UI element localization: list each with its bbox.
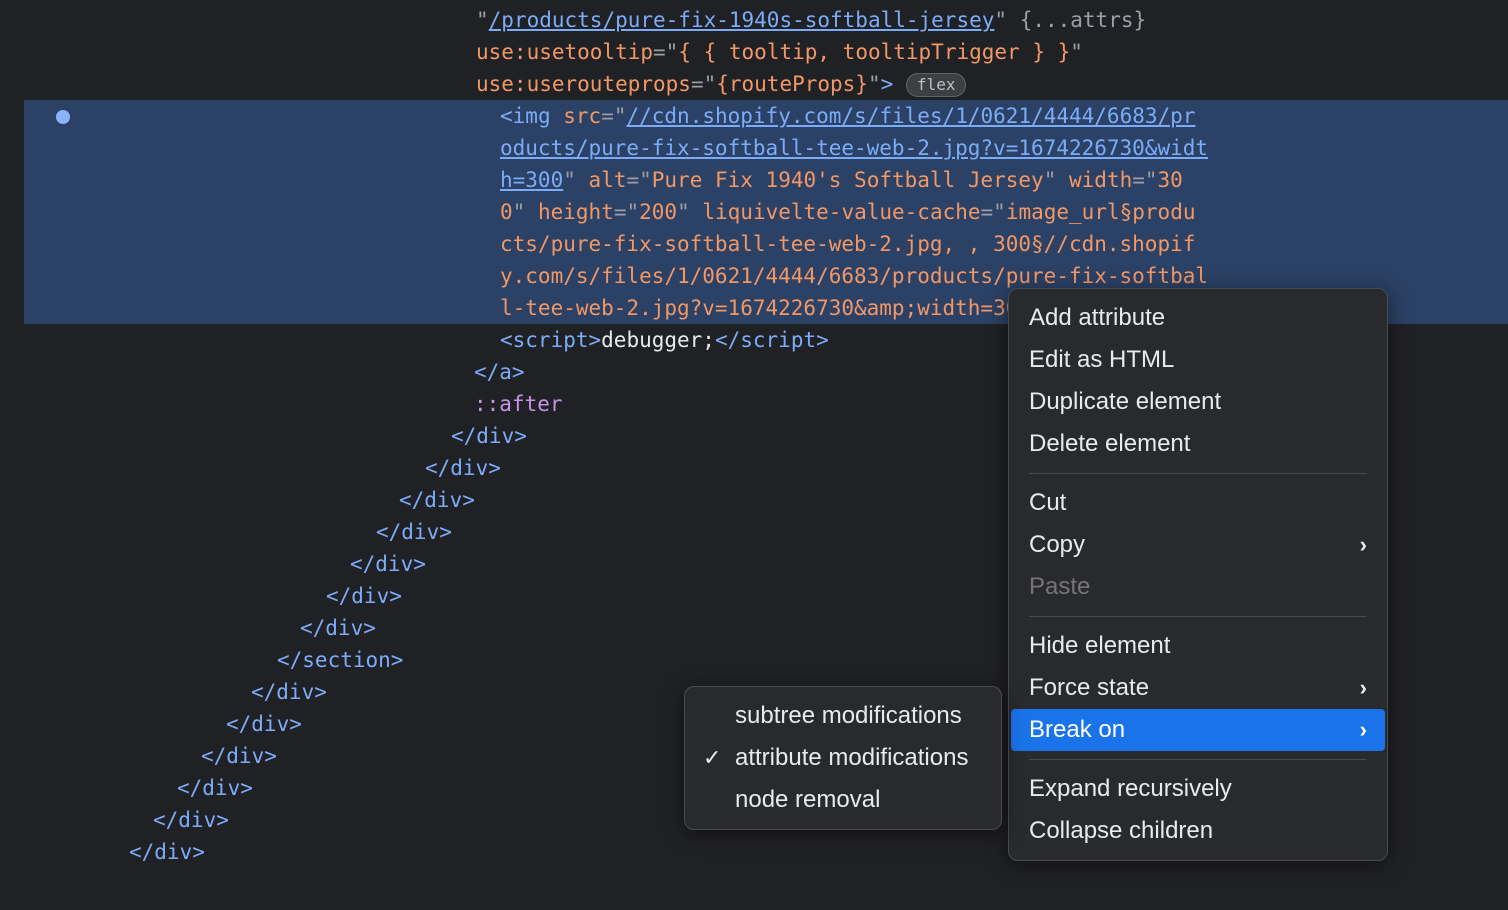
close-tag: </div>: [226, 712, 302, 736]
close-tag: </div>: [201, 744, 277, 768]
pseudo-element: ::after: [474, 392, 563, 416]
close-tag: </div>: [376, 520, 452, 544]
menu-copy[interactable]: Copy›: [1009, 524, 1387, 566]
attr-value: { { tooltip, tooltipTrigger } }: [678, 40, 1070, 64]
submenu-subtree-modifications[interactable]: subtree modifications: [685, 695, 1001, 737]
menu-force-state[interactable]: Force state›: [1009, 667, 1387, 709]
close-tag: </div>: [251, 680, 327, 704]
chevron-right-icon: ›: [1360, 715, 1367, 745]
attr-name: width: [1069, 168, 1132, 192]
flex-badge[interactable]: flex: [906, 73, 967, 97]
href-link[interactable]: /products/pure-fix-1940s-softball-jersey: [489, 8, 995, 32]
code-line[interactable]: use:usetooltip="{ { tooltip, tooltipTrig…: [0, 36, 1508, 68]
menu-collapse-children[interactable]: Collapse children: [1009, 810, 1387, 852]
attr-name: height: [538, 200, 614, 224]
attr-name: liquivelte-value-cache: [702, 200, 980, 224]
code-line[interactable]: use:userouteprops="{routeProps}"> flex: [0, 68, 1508, 100]
code-line[interactable]: "/products/pure-fix-1940s-softball-jerse…: [0, 4, 1508, 36]
close-tag: </section>: [277, 648, 403, 672]
close-tag: </div>: [350, 552, 426, 576]
menu-duplicate-element[interactable]: Duplicate element: [1009, 381, 1387, 423]
close-tag: </div>: [425, 456, 501, 480]
submenu-attribute-modifications[interactable]: ✓attribute modifications: [685, 737, 1001, 779]
close-tag: </div>: [300, 616, 376, 640]
context-menu: Add attribute Edit as HTML Duplicate ele…: [1008, 288, 1388, 861]
close-tag: </div>: [326, 584, 402, 608]
check-icon: ✓: [703, 743, 721, 773]
script-body: debugger;: [601, 328, 715, 352]
menu-separator: [1029, 473, 1367, 474]
menu-cut[interactable]: Cut: [1009, 482, 1387, 524]
attr-value: 200: [639, 200, 677, 224]
attr-name: use:userouteprops: [476, 72, 691, 96]
tag-name: img: [513, 104, 551, 128]
menu-paste: Paste: [1009, 566, 1387, 608]
close-tag: </div>: [451, 424, 527, 448]
attr-name: use:usetooltip: [476, 40, 653, 64]
attr-value: {routeProps}: [716, 72, 868, 96]
close-tag: </div>: [153, 808, 229, 832]
attr-name: alt: [589, 168, 627, 192]
chevron-right-icon: ›: [1360, 673, 1367, 703]
menu-edit-html[interactable]: Edit as HTML: [1009, 339, 1387, 381]
close-tag: </a>: [474, 360, 525, 384]
attr-value: Pure Fix 1940's Softball Jersey: [652, 168, 1044, 192]
selection-marker-icon: [56, 110, 70, 124]
menu-hide-element[interactable]: Hide element: [1009, 625, 1387, 667]
attrs-hint: {...attrs}: [1020, 8, 1146, 32]
tag-close: </script>: [715, 328, 829, 352]
close-tag: </div>: [399, 488, 475, 512]
menu-expand-recursively[interactable]: Expand recursively: [1009, 768, 1387, 810]
tag-open: <script>: [500, 328, 601, 352]
menu-add-attribute[interactable]: Add attribute: [1009, 297, 1387, 339]
chevron-right-icon: ›: [1360, 530, 1367, 560]
menu-separator: [1029, 759, 1367, 760]
close-tag: </div>: [129, 840, 205, 864]
menu-break-on[interactable]: Break on›: [1011, 709, 1385, 751]
attr-name: src: [563, 104, 601, 128]
break-on-submenu: subtree modifications ✓attribute modific…: [684, 686, 1002, 830]
menu-delete-element[interactable]: Delete element: [1009, 423, 1387, 465]
submenu-node-removal[interactable]: node removal: [685, 779, 1001, 821]
close-tag: </div>: [177, 776, 253, 800]
menu-separator: [1029, 616, 1367, 617]
